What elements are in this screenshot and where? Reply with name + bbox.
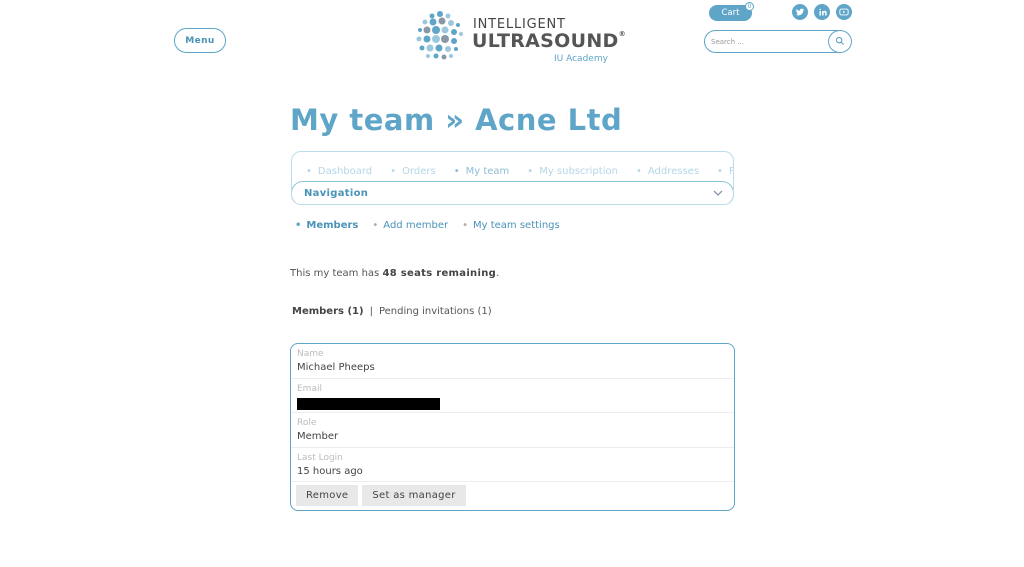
member-role: Member: [297, 431, 339, 442]
search-bar: [704, 29, 852, 53]
menu-button[interactable]: Menu: [174, 28, 226, 53]
last-login-label: Last Login: [297, 452, 343, 463]
cart-button[interactable]: Cart 0: [709, 2, 754, 21]
seats-remaining-value: 48 seats remaining: [382, 268, 497, 279]
logo-registered-mark: ®: [618, 30, 626, 38]
account-navigation: Dashboard Orders My team My subscription…: [291, 151, 734, 205]
account-nav-dashboard[interactable]: Dashboard: [306, 166, 372, 177]
navigation-toggle[interactable]: Navigation: [292, 181, 733, 204]
logo-subtitle: IU Academy: [554, 54, 608, 64]
subnav-add-member[interactable]: Add member: [372, 220, 448, 231]
role-label: Role: [297, 418, 317, 428]
logo-mark: [416, 11, 463, 60]
member-tabs: Members (1) | Pending invitations (1): [292, 306, 492, 317]
chevron-down-icon: [713, 190, 723, 196]
tab-members[interactable]: Members (1): [292, 306, 364, 317]
account-nav-orders[interactable]: Orders: [390, 166, 436, 177]
search-icon: [835, 37, 844, 45]
redacted-email: [297, 397, 440, 410]
linkedin-icon[interactable]: [814, 4, 830, 20]
twitter-icon[interactable]: [792, 4, 808, 20]
subnav-members[interactable]: Members: [295, 220, 358, 231]
tab-pending-invitations[interactable]: Pending invitations (1): [379, 306, 492, 317]
account-nav-my-subscription[interactable]: My subscription: [527, 166, 618, 177]
cart-label: Cart: [721, 8, 740, 18]
seats-suffix: .: [496, 268, 500, 279]
member-card: Name Michael Pheeps Email Role Member La…: [290, 343, 735, 511]
account-nav-addresses[interactable]: Addresses: [636, 166, 699, 177]
member-email-field: Email: [291, 379, 734, 413]
subnav-team-settings[interactable]: My team settings: [462, 220, 560, 231]
account-nav-list: Dashboard Orders My team My subscription…: [306, 166, 733, 177]
set-as-manager-button[interactable]: Set as manager: [362, 485, 466, 506]
search-input[interactable]: [711, 34, 823, 49]
member-role-field: Role Member: [291, 413, 734, 448]
member-last-login: 15 hours ago: [297, 465, 363, 477]
logo-text-main-word: ULTRASOUND: [472, 30, 619, 52]
logo-text-main: ULTRASOUND®: [472, 30, 626, 52]
page-title: My team » Acne Ltd: [290, 103, 623, 137]
account-nav-payment[interactable]: Payme: [717, 166, 733, 177]
account-nav-my-team[interactable]: My team: [454, 166, 510, 177]
remove-member-button[interactable]: Remove: [296, 485, 359, 506]
member-name: Michael Pheeps: [297, 362, 375, 373]
youtube-icon[interactable]: [836, 4, 852, 20]
member-last-login-field: Last Login 15 hours ago: [291, 448, 734, 482]
member-name-field: Name Michael Pheeps: [291, 344, 734, 379]
seats-remaining-text: This my team has 48 seats remaining.: [290, 268, 499, 279]
search-button[interactable]: [827, 29, 852, 53]
member-actions: Remove Set as manager: [291, 482, 734, 509]
name-label: Name: [297, 349, 324, 359]
email-label: Email: [297, 383, 322, 394]
logo[interactable]: INTELLIGENT ULTRASOUND® IU Academy: [412, 8, 626, 66]
team-subnav: Members Add member My team settings: [295, 220, 574, 231]
tab-separator: |: [369, 306, 373, 317]
navigation-toggle-label: Navigation: [304, 188, 369, 199]
seats-prefix: This my team has: [290, 268, 383, 279]
cart-count-badge: 0: [745, 2, 754, 11]
